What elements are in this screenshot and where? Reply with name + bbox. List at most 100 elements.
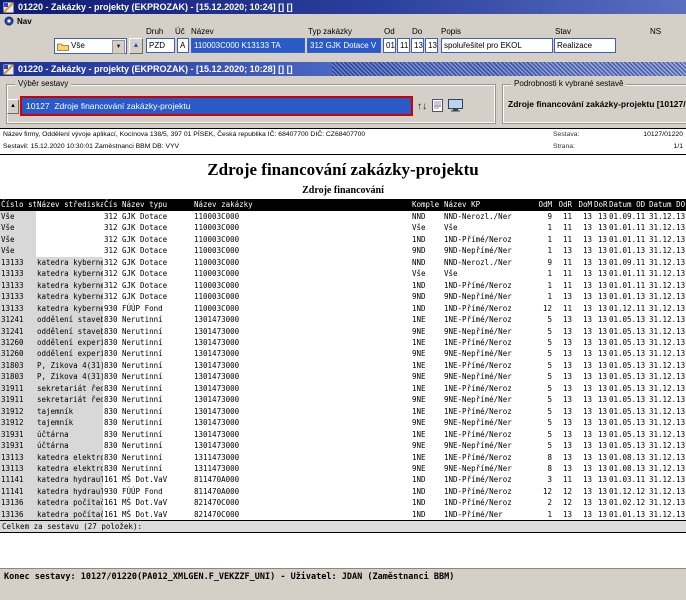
table-cell: 830	[103, 383, 121, 394]
table-cell: 1ND-Přímé/Neroz	[443, 486, 531, 497]
folder-icon	[57, 42, 69, 51]
table-cell: 01.05.13	[608, 314, 648, 325]
table-cell: 12	[531, 303, 553, 314]
sestava-meta-row: Sestava: 10127/01220	[553, 131, 683, 138]
table-cell: 312	[103, 234, 121, 245]
table-cell: 13	[553, 291, 573, 302]
table-row: 13136katedra počítač161MŠ Dot.VaV821470C…	[0, 497, 686, 508]
druh-column-label: Druh	[146, 27, 163, 36]
table-cell: 5	[531, 326, 553, 337]
table-cell: 13	[553, 337, 573, 348]
table-cell: 13	[593, 452, 608, 463]
popis-field[interactable]: spoluřešitel pro EKOL	[441, 38, 553, 53]
table-row: 31931účtárna830Nerutinní13014730009NE9NE…	[0, 440, 686, 451]
table-cell: 830	[103, 314, 121, 325]
table-cell: 1NE	[411, 337, 443, 348]
table-row: 13133katedra kyberne930FÚÚP Fond110003C0…	[0, 303, 686, 314]
table-cell: Nerutinní	[121, 394, 193, 405]
table-cell: 1301473000	[193, 406, 411, 417]
table-cell: 1301473000	[193, 360, 411, 371]
table-cell: 31260	[0, 348, 36, 359]
table-cell: 31.12.13	[648, 452, 686, 463]
table-cell: 1	[531, 222, 553, 233]
table-cell: 830	[103, 337, 121, 348]
table-cell: oddělení experi	[36, 337, 103, 348]
table-row: 13133katedra kyberne312GJK Dotace110003C…	[0, 291, 686, 302]
column-header: DoM	[573, 199, 593, 211]
chevron-down-icon[interactable]: ▼	[112, 40, 125, 54]
od-mesic-field[interactable]: 01	[383, 38, 396, 53]
table-cell: NND-Nerozl./Ner	[443, 257, 531, 268]
sestavil-info-line: Sestavil: 15.12.2020 10:30:01 Zaměstnanc…	[3, 143, 179, 150]
table-cell: P, Zikova 4(31)	[36, 360, 103, 371]
strana-value: 1/1	[674, 143, 683, 150]
table-cell: 9ND	[411, 291, 443, 302]
table-cell: 31911	[0, 383, 36, 394]
background-window-titlebar[interactable]: 01220 - Zakázky - projekty (EKPROZAK) - …	[0, 0, 686, 14]
table-cell: 31.12.13	[648, 280, 686, 291]
collapse-button[interactable]: ▲	[7, 99, 19, 114]
table-cell: 13	[553, 371, 573, 382]
table-cell: 31911	[0, 394, 36, 405]
uc-field[interactable]: A	[177, 38, 189, 53]
table-cell: 13	[553, 463, 573, 474]
table-cell: 01.05.13	[608, 360, 648, 371]
do-rok-field[interactable]: 13	[425, 38, 438, 53]
table-cell: Nerutinní	[121, 337, 193, 348]
table-cell: 01.01.11	[608, 234, 648, 245]
table-cell: 312	[103, 245, 121, 256]
table-cell: 13	[593, 348, 608, 359]
table-cell: 01.08.13	[608, 452, 648, 463]
annotation-rectangle: 10127 Zdroje financování zakázky-projekt…	[20, 96, 413, 116]
do-mesic-field[interactable]: 13	[411, 38, 424, 53]
table-cell: 13	[553, 440, 573, 451]
table-cell: 13	[593, 371, 608, 382]
move-up-down-icon[interactable]: ↑↓	[417, 99, 427, 114]
selected-report-item[interactable]: 10127 Zdroje financování zakázky-projekt…	[22, 98, 411, 114]
table-cell: 31.12.13	[648, 406, 686, 417]
tree-up-button[interactable]: ▲	[129, 38, 143, 54]
table-cell: NND-Nerozl./Ner	[443, 211, 531, 222]
table-cell: 1ND-Přímé/Ner	[443, 509, 531, 521]
table-cell: GJK Dotace	[121, 257, 193, 268]
table-row: 31260oddělení experi830Nerutinní13014730…	[0, 337, 686, 348]
table-cell: 110003C000	[193, 280, 411, 291]
preview-monitor-icon[interactable]	[448, 99, 463, 112]
typ-zakazky-field[interactable]: 312 GJK Dotace V	[307, 38, 381, 53]
od-rok-field[interactable]: 11	[397, 38, 410, 53]
nazev-field[interactable]: 110003C000 K13133 TA	[191, 38, 305, 53]
table-cell: katedra elektro	[36, 463, 103, 474]
druh-field[interactable]: PZD	[146, 38, 175, 53]
table-cell: 31.12.13	[648, 234, 686, 245]
table-cell: 110003C000	[193, 222, 411, 233]
table-cell: 1ND-Přímé/Neroz	[443, 280, 531, 291]
table-cell: 01.01.11	[608, 280, 648, 291]
table-cell: 01.05.13	[608, 429, 648, 440]
table-cell	[36, 234, 103, 245]
table-cell: 830	[103, 394, 121, 405]
table-row: Vše312GJK Dotace110003C0001ND1ND-Přímé/N…	[0, 234, 686, 245]
table-cell: Nerutinní	[121, 314, 193, 325]
table-cell: Nerutinní	[121, 348, 193, 359]
table-cell: 11	[553, 303, 573, 314]
table-row: 13113katedra elektro830Nerutinní13114730…	[0, 463, 686, 474]
table-cell: 13	[593, 257, 608, 268]
active-window-titlebar[interactable]: 01220 - Zakázky - projekty (EKPROZAK) - …	[0, 62, 686, 76]
stav-field[interactable]: Realizace	[554, 38, 616, 53]
table-cell: 9	[531, 257, 553, 268]
table-cell: 1311473000	[193, 452, 411, 463]
table-cell: 13	[573, 257, 593, 268]
table-cell: 13	[593, 429, 608, 440]
report-document-icon[interactable]	[432, 99, 443, 112]
typ-zakazky-column-label: Typ zakázky	[308, 27, 352, 36]
table-cell	[36, 222, 103, 233]
nav-icon	[4, 16, 14, 26]
table-row: 13133katedra kyberne312GJK Dotace110003C…	[0, 268, 686, 279]
table-cell: 13	[593, 314, 608, 325]
ns-column-label: NS	[650, 27, 661, 36]
table-cell: 830	[103, 452, 121, 463]
tree-filter-combo[interactable]: Vše ▼	[54, 38, 127, 54]
table-cell: 13	[553, 326, 573, 337]
report-table-body: Vše312GJK Dotace110003C000NNDNND-Nerozl.…	[0, 211, 686, 521]
table-cell: 31241	[0, 326, 36, 337]
